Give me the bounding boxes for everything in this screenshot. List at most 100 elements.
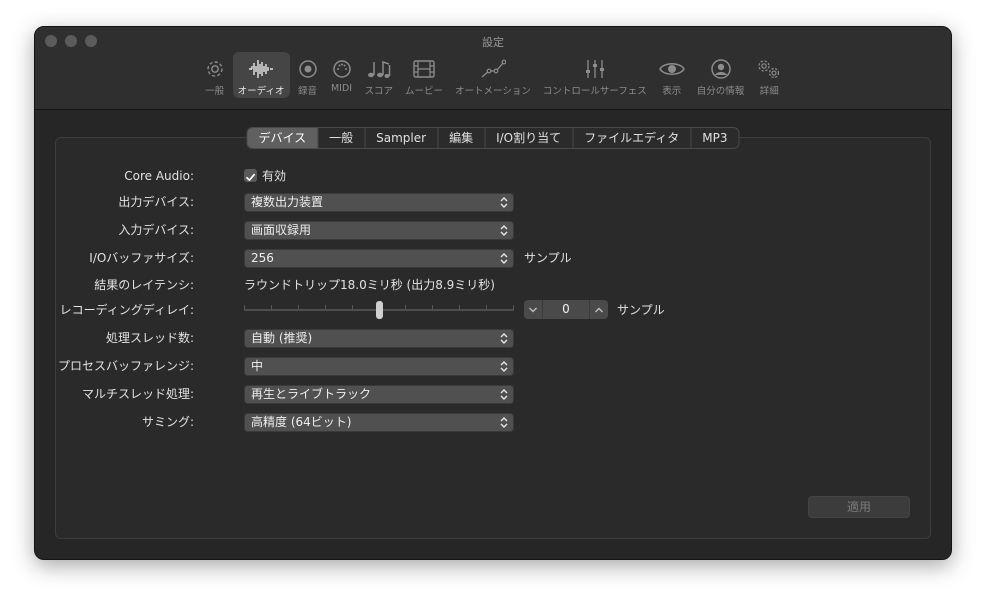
input-device-value: 画面収録用 <box>251 222 312 237</box>
tab-mp3[interactable]: MP3 <box>690 128 738 148</box>
latency-value: ラウンドトリップ18.0ミリ秒 (出力8.9ミリ秒) <box>244 278 495 292</box>
toolbar-item-advanced[interactable]: 詳細 <box>751 52 787 98</box>
toolbar-item-my-info[interactable]: 自分の情報 <box>692 52 750 98</box>
output-device-row: 出力デバイス: 複数出力装置 <box>56 192 930 212</box>
updown-chevron-icon <box>500 332 508 344</box>
toolbar-label: 一般 <box>205 86 225 97</box>
gear-icon <box>204 57 226 81</box>
slider-tick <box>244 305 245 310</box>
toolbar-item-movie[interactable]: ムービー <box>400 52 448 98</box>
process-buffer-label: プロセスバッファレンジ: <box>57 359 194 373</box>
multithread-label: マルチスレッド処理: <box>81 387 194 401</box>
io-buffer-row: I/Oバッファサイズ: 256 サンプル <box>56 248 930 268</box>
multithread-popup[interactable]: 再生とライブトラック <box>244 384 514 404</box>
toolbar-item-general[interactable]: 一般 <box>199 52 231 98</box>
toolbar-label: オートメーション <box>455 86 531 97</box>
threads-row: 処理スレッド数: 自動 (推奨) <box>56 328 930 348</box>
tab-devices[interactable]: デバイス <box>247 128 318 148</box>
threads-value: 自動 (推奨) <box>251 330 313 345</box>
slider-tick <box>271 305 272 310</box>
updown-chevron-icon <box>500 196 508 208</box>
updown-chevron-icon <box>500 252 508 264</box>
process-buffer-popup[interactable]: 中 <box>244 356 514 376</box>
slider-tick <box>352 305 353 310</box>
music-notes-icon <box>366 57 392 81</box>
slider-tick <box>432 305 433 310</box>
stepper-decrement-button[interactable] <box>524 300 543 319</box>
core-audio-row: Core Audio: 有効 <box>56 166 930 186</box>
process-buffer-row: プロセスバッファレンジ: 中 <box>56 356 930 376</box>
io-buffer-popup[interactable]: 256 <box>244 248 514 268</box>
io-buffer-value: 256 <box>251 250 274 265</box>
summing-value: 高精度 (64ビット) <box>251 414 352 429</box>
settings-tab-bar: デバイス 一般 Sampler 編集 I/O割り当て ファイルエディタ MP3 <box>246 127 740 149</box>
gears-icon <box>756 57 782 81</box>
midi-port-icon <box>331 57 353 81</box>
recording-delay-stepper: 0 <box>524 300 608 319</box>
output-device-popup[interactable]: 複数出力装置 <box>244 192 514 212</box>
summing-row: サミング: 高精度 (64ビット) <box>56 412 930 432</box>
updown-chevron-icon <box>500 388 508 400</box>
summing-popup[interactable]: 高精度 (64ビット) <box>244 412 514 432</box>
tab-general[interactable]: 一般 <box>317 128 364 148</box>
film-icon <box>412 57 436 81</box>
input-device-label: 入力デバイス: <box>118 223 194 237</box>
toolbar-label: オーディオ <box>237 86 285 97</box>
input-device-row: 入力デバイス: 画面収録用 <box>56 220 930 240</box>
process-buffer-value: 中 <box>251 358 264 373</box>
toolbar-item-view[interactable]: 表示 <box>654 52 690 98</box>
eye-icon <box>658 57 685 81</box>
slider-tick <box>298 305 299 310</box>
slider-tick <box>459 305 460 310</box>
stepper-increment-button[interactable] <box>589 300 608 319</box>
toolbar-item-score[interactable]: スコア <box>360 52 399 98</box>
threads-label: 処理スレッド数: <box>105 331 194 345</box>
tab-sampler[interactable]: Sampler <box>364 128 437 148</box>
latency-label: 結果のレイテンシ: <box>94 278 194 292</box>
updown-chevron-icon <box>500 224 508 236</box>
recording-delay-slider-knob[interactable] <box>376 301 383 319</box>
person-icon <box>710 57 732 81</box>
preferences-toolbar: 一般 オーディオ 録音 MIDI スコア ムービー オートメーション コントロー… <box>35 52 951 102</box>
tab-file-editor[interactable]: ファイルエディタ <box>572 128 690 148</box>
core-audio-checkbox[interactable] <box>244 169 257 182</box>
chevron-up-icon <box>595 307 603 312</box>
apply-button[interactable]: 適用 <box>808 496 910 518</box>
io-buffer-label: I/Oバッファサイズ: <box>89 251 194 265</box>
slider-tick <box>405 305 406 310</box>
updown-chevron-icon <box>500 360 508 372</box>
record-icon <box>297 57 319 81</box>
recording-delay-row: レコーディングディレイ: 0 サンプル <box>56 300 930 320</box>
output-device-label: 出力デバイス: <box>118 195 194 209</box>
toolbar-label: ムービー <box>405 86 444 97</box>
threads-popup[interactable]: 自動 (推奨) <box>244 328 514 348</box>
core-audio-enabled-label: 有効 <box>262 169 287 183</box>
automation-curve-icon <box>480 57 506 81</box>
tab-io-assignments[interactable]: I/O割り当て <box>484 128 572 148</box>
core-audio-label: Core Audio: <box>124 169 194 183</box>
toolbar-label: 自分の情報 <box>696 86 745 97</box>
toolbar-item-midi[interactable]: MIDI <box>326 52 358 98</box>
summing-label: サミング: <box>141 415 194 429</box>
toolbar-label: 表示 <box>662 86 682 97</box>
output-device-value: 複数出力装置 <box>251 194 324 209</box>
toolbar-label: MIDI <box>330 83 353 94</box>
devices-panel: Core Audio: 有効 出力デバイス: 複数出力装置 入力デバイス: 画面… <box>55 137 931 539</box>
tab-editing[interactable]: 編集 <box>437 128 484 148</box>
toolbar-item-control-surfaces[interactable]: コントロールサーフェス <box>538 52 652 98</box>
faders-icon <box>584 57 606 81</box>
toolbar-item-automation[interactable]: オートメーション <box>450 52 536 98</box>
input-device-popup[interactable]: 画面収録用 <box>244 220 514 240</box>
toolbar-label: スコア <box>364 86 394 97</box>
toolbar-label: 録音 <box>298 86 318 97</box>
multithread-row: マルチスレッド処理: 再生とライブトラック <box>56 384 930 404</box>
slider-tick <box>513 305 514 310</box>
toolbar-item-audio[interactable]: オーディオ <box>232 52 290 98</box>
toolbar-item-recording[interactable]: 録音 <box>292 52 324 98</box>
recording-delay-label: レコーディングディレイ: <box>59 303 194 317</box>
titlebar: 設定 一般 オーディオ 録音 MIDI スコア ムービー オートメーション コン… <box>35 27 951 110</box>
updown-chevron-icon <box>500 416 508 428</box>
recording-delay-value[interactable]: 0 <box>542 300 590 319</box>
window-title: 設定 <box>482 36 504 49</box>
latency-row: 結果のレイテンシ: ラウンドトリップ18.0ミリ秒 (出力8.9ミリ秒) <box>56 275 930 295</box>
